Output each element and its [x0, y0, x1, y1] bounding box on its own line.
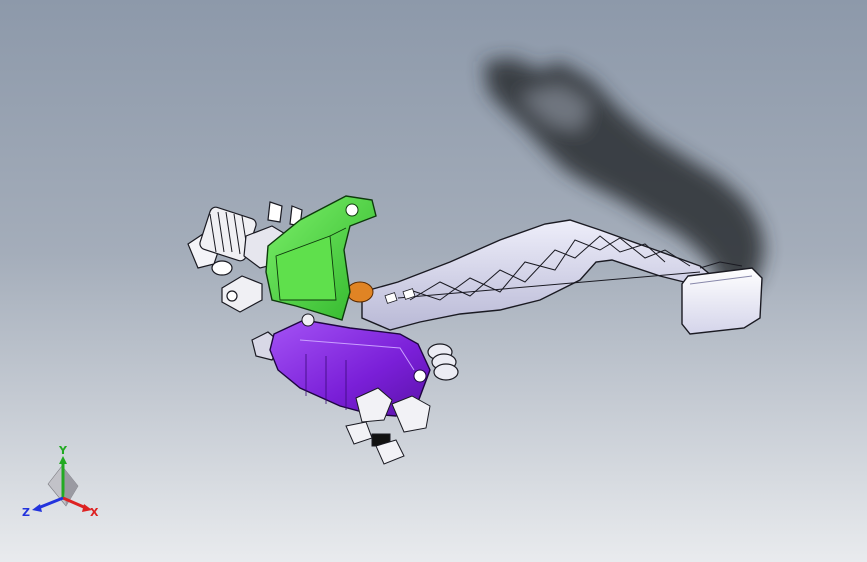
pedal-assembly-model[interactable]: [0, 0, 867, 562]
pivot-bushing[interactable]: [346, 281, 374, 303]
pedal-arm[interactable]: [361, 219, 714, 331]
y-axis-arrow: [59, 456, 67, 464]
orientation-triad: Y X Z: [22, 446, 99, 519]
lower-housing[interactable]: [269, 313, 459, 465]
z-axis-line: [37, 496, 64, 510]
x-axis-label: X: [90, 506, 99, 519]
z-axis-arrow: [32, 504, 42, 512]
graphics-viewport[interactable]: Y X Z: [0, 0, 867, 562]
z-axis-label: Z: [22, 506, 30, 519]
y-axis-label: Y: [58, 446, 68, 457]
